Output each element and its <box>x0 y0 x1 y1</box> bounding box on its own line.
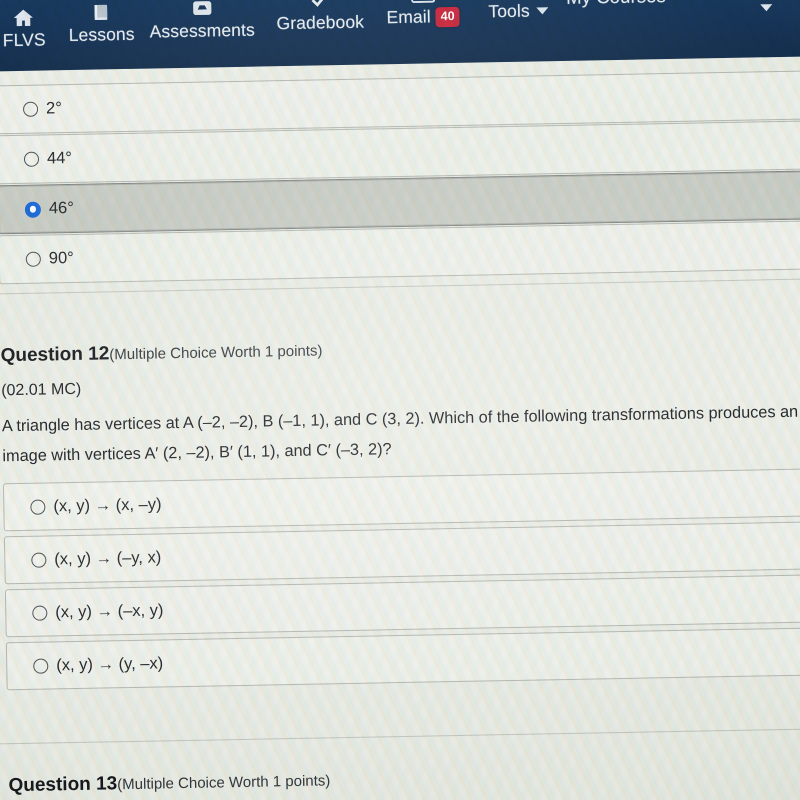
question-13-meta: (Multiple Choice Worth 1 points) <box>117 772 331 794</box>
question-12-heading: Question 12(Multiple Choice Worth 1 poin… <box>0 339 322 367</box>
option-label: (x, y) → (y, –x) <box>56 653 164 674</box>
envelope-icon <box>386 0 460 6</box>
question-12-options-list: (x, y) → (x, –y) (x, y) → (–y, x) (x, y)… <box>2 468 800 691</box>
tilt-wrapper: FLVS Lessons Assessments Gradebook Email… <box>0 0 800 800</box>
question-12-meta: (Multiple Choice Worth 1 points) <box>109 342 323 364</box>
home-icon <box>2 6 45 29</box>
nav-label-gradebook: Gradebook <box>276 11 365 34</box>
top-navigation-bar: FLVS Lessons Assessments Gradebook Email… <box>0 0 800 72</box>
question-13-heading: Question 13(Multiple Choice Worth 1 poin… <box>8 769 330 797</box>
inbox-tray-icon <box>149 0 255 21</box>
radio-button-unselected[interactable] <box>22 101 39 117</box>
option-label: 46° <box>48 198 75 218</box>
question-12-number: Question 12 <box>0 343 110 367</box>
screen-content: FLVS Lessons Assessments Gradebook Email… <box>0 0 800 800</box>
radio-button-selected[interactable] <box>24 201 42 218</box>
nav-item-flvs[interactable]: FLVS <box>2 6 46 51</box>
option-label: 2° <box>45 99 63 118</box>
screenshot-page: FLVS Lessons Assessments Gradebook Email… <box>0 0 800 800</box>
radio-button-unselected[interactable] <box>31 552 47 568</box>
chevron-down-icon-tools <box>536 7 549 15</box>
option-label: (x, y) → (–y, x) <box>54 547 162 568</box>
chevron-down-icon-account <box>760 4 773 12</box>
nav-item-assessments[interactable]: Assessments <box>149 0 255 43</box>
nav-item-my-courses[interactable]: My Courses <box>566 0 685 9</box>
radio-button-unselected[interactable] <box>23 151 40 167</box>
radio-button-unselected[interactable] <box>33 658 49 674</box>
radio-button-unselected[interactable] <box>30 499 46 515</box>
option-label: (x, y) → (–x, y) <box>55 600 164 621</box>
book-icon <box>68 1 134 24</box>
nav-label-lessons: Lessons <box>68 23 135 46</box>
nav-item-gradebook[interactable]: Gradebook <box>276 0 364 34</box>
question-12-standard-code: (02.01 MC) <box>1 380 82 400</box>
nav-item-account[interactable]: Mackenzie <box>717 0 800 35</box>
nav-label-assessments: Assessments <box>149 19 256 42</box>
option-label: 44° <box>46 148 73 168</box>
question-divider-12-13 <box>0 728 800 745</box>
option-label: 90° <box>48 248 74 268</box>
checkmark-icon <box>276 0 364 12</box>
nav-item-lessons[interactable]: Lessons <box>68 1 135 46</box>
nav-item-email[interactable]: Email 40 <box>386 0 460 28</box>
radio-button-unselected[interactable] <box>32 605 48 621</box>
nav-label-my-courses: My Courses <box>566 0 666 9</box>
nav-label-tools: Tools <box>488 0 530 22</box>
nav-label-email: Email <box>386 6 431 28</box>
nav-label-flvs: FLVS <box>2 29 46 51</box>
option-label: (x, y) → (x, –y) <box>53 494 162 515</box>
question-12-prompt: A triangle has vertices at A (–2, –2), B… <box>2 396 800 471</box>
radio-button-unselected[interactable] <box>25 251 41 267</box>
nav-item-tools[interactable]: Tools <box>488 0 549 22</box>
email-unread-badge: 40 <box>435 6 460 27</box>
question-11-options-list: 2° 44° 46° 90° <box>0 70 800 285</box>
nav-label-account: Mackenzie <box>718 0 800 1</box>
question-13-number: Question 13 <box>8 773 118 797</box>
